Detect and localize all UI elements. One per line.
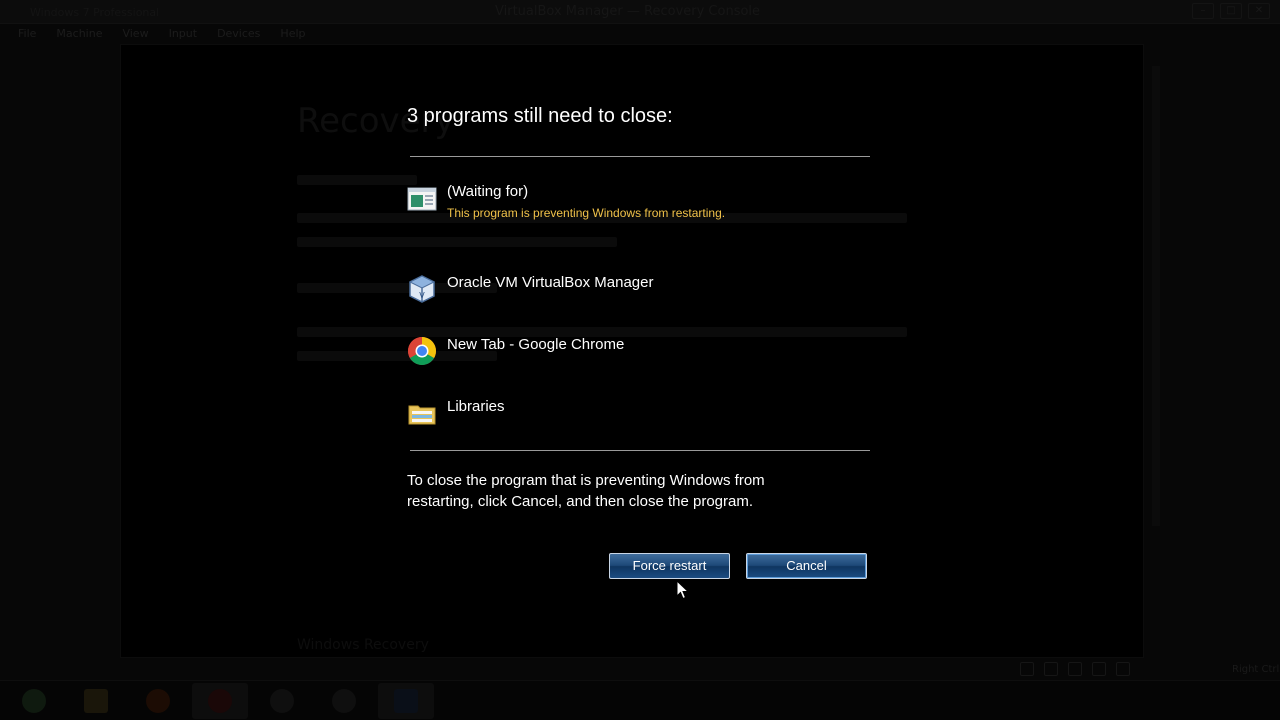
virtualbox-icon: V bbox=[408, 275, 436, 303]
program-warning: This program is preventing Windows from … bbox=[447, 206, 726, 220]
divider bbox=[410, 450, 870, 451]
program-item-libraries: Libraries bbox=[407, 398, 907, 432]
divider bbox=[410, 156, 870, 157]
libraries-folder-icon bbox=[408, 405, 436, 425]
svg-text:V: V bbox=[419, 291, 425, 300]
program-name: Libraries bbox=[447, 398, 505, 415]
program-item-waiting: (Waiting for) This program is preventing… bbox=[407, 183, 907, 220]
program-item-virtualbox: V Oracle VM VirtualBox Manager bbox=[407, 274, 907, 308]
program-name: (Waiting for) bbox=[447, 183, 529, 200]
cancel-button[interactable]: Cancel bbox=[746, 553, 867, 579]
chrome-icon bbox=[408, 337, 436, 365]
program-name: Oracle VM VirtualBox Manager bbox=[447, 274, 654, 291]
program-name: New Tab - Google Chrome bbox=[447, 336, 625, 353]
program-item-chrome: New Tab - Google Chrome bbox=[407, 336, 907, 370]
instructions-text: To close the program that is preventing … bbox=[407, 472, 765, 510]
force-restart-button[interactable]: Force restart bbox=[609, 553, 730, 579]
dialog-title: 3 programs still need to close: bbox=[407, 105, 673, 127]
shutdown-blocker-screen: 3 programs still need to close: (Waiting… bbox=[0, 0, 1280, 720]
mouse-cursor-icon bbox=[676, 580, 690, 600]
window-app-icon bbox=[407, 187, 437, 211]
